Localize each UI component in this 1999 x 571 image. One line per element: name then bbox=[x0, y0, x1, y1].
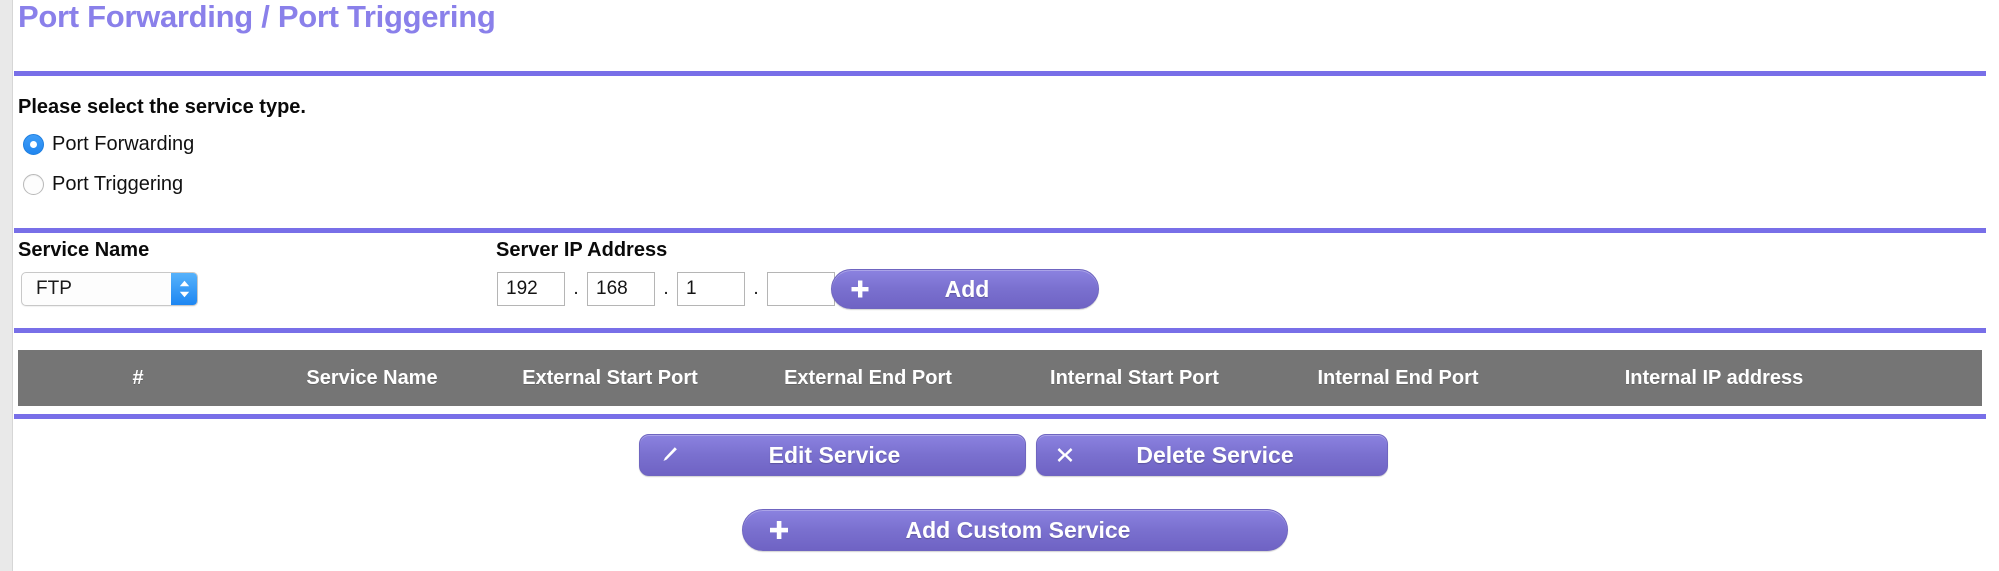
divider-top bbox=[14, 71, 1986, 76]
radio-unselected-icon[interactable] bbox=[23, 174, 44, 195]
service-name-select[interactable]: FTP bbox=[21, 272, 198, 306]
page-title: Port Forwarding / Port Triggering bbox=[18, 0, 496, 34]
divider-below-table bbox=[14, 414, 1986, 419]
ip-separator-3: . bbox=[753, 278, 759, 299]
delete-service-label: Delete Service bbox=[1136, 441, 1294, 468]
plus-icon bbox=[832, 278, 888, 300]
edit-service-button[interactable]: Edit Service bbox=[639, 434, 1026, 476]
edit-service-label: Edit Service bbox=[768, 441, 901, 468]
divider-service-form bbox=[14, 228, 1986, 233]
plus-icon bbox=[743, 518, 815, 542]
column-header-internal-ip-address: Internal IP address bbox=[1624, 366, 1804, 389]
column-header-internal-end-port: Internal End Port bbox=[1317, 366, 1479, 389]
column-header-external-end-port: External End Port bbox=[784, 366, 952, 389]
column-header-index: # bbox=[132, 366, 144, 389]
radio-option-port-triggering[interactable]: Port Triggering bbox=[23, 173, 183, 196]
radio-label-port-forwarding: Port Forwarding bbox=[52, 133, 195, 155]
chevron-updown-icon[interactable] bbox=[171, 273, 197, 305]
ip-separator-2: . bbox=[663, 278, 669, 299]
service-name-label: Service Name bbox=[18, 239, 150, 261]
service-name-select-value: FTP bbox=[36, 278, 72, 299]
column-header-internal-start-port: Internal Start Port bbox=[1050, 366, 1219, 389]
ip-octet-2[interactable]: 168 bbox=[587, 272, 655, 306]
ip-octet-4[interactable] bbox=[767, 272, 835, 306]
services-table-header: # Service Name External Start Port Exter… bbox=[18, 350, 1982, 406]
pencil-icon bbox=[640, 444, 698, 466]
ip-separator-1: . bbox=[573, 278, 579, 299]
server-ip-input-group[interactable]: 192 . 168 . 1 . bbox=[497, 272, 835, 306]
divider-above-table bbox=[14, 328, 1986, 333]
ip-octet-3[interactable]: 1 bbox=[677, 272, 745, 306]
left-gutter bbox=[0, 0, 13, 571]
radio-label-port-triggering: Port Triggering bbox=[52, 173, 184, 195]
add-button-label: Add bbox=[944, 275, 990, 302]
delete-service-button[interactable]: Delete Service bbox=[1036, 434, 1388, 476]
add-custom-service-button[interactable]: Add Custom Service bbox=[742, 509, 1288, 551]
port-forwarding-page: Port Forwarding / Port Triggering Please… bbox=[13, 0, 1987, 571]
radio-option-port-forwarding[interactable]: Port Forwarding bbox=[23, 133, 194, 156]
ip-octet-1[interactable]: 192 bbox=[497, 272, 565, 306]
column-header-service-name: Service Name bbox=[306, 366, 438, 389]
column-header-external-start-port: External Start Port bbox=[522, 366, 698, 389]
add-button[interactable]: Add bbox=[831, 269, 1099, 309]
add-custom-service-label: Add Custom Service bbox=[905, 516, 1131, 543]
server-ip-label: Server IP Address bbox=[496, 239, 668, 261]
x-icon bbox=[1037, 445, 1093, 465]
service-type-heading: Please select the service type. bbox=[18, 96, 306, 118]
radio-selected-icon[interactable] bbox=[23, 134, 44, 155]
